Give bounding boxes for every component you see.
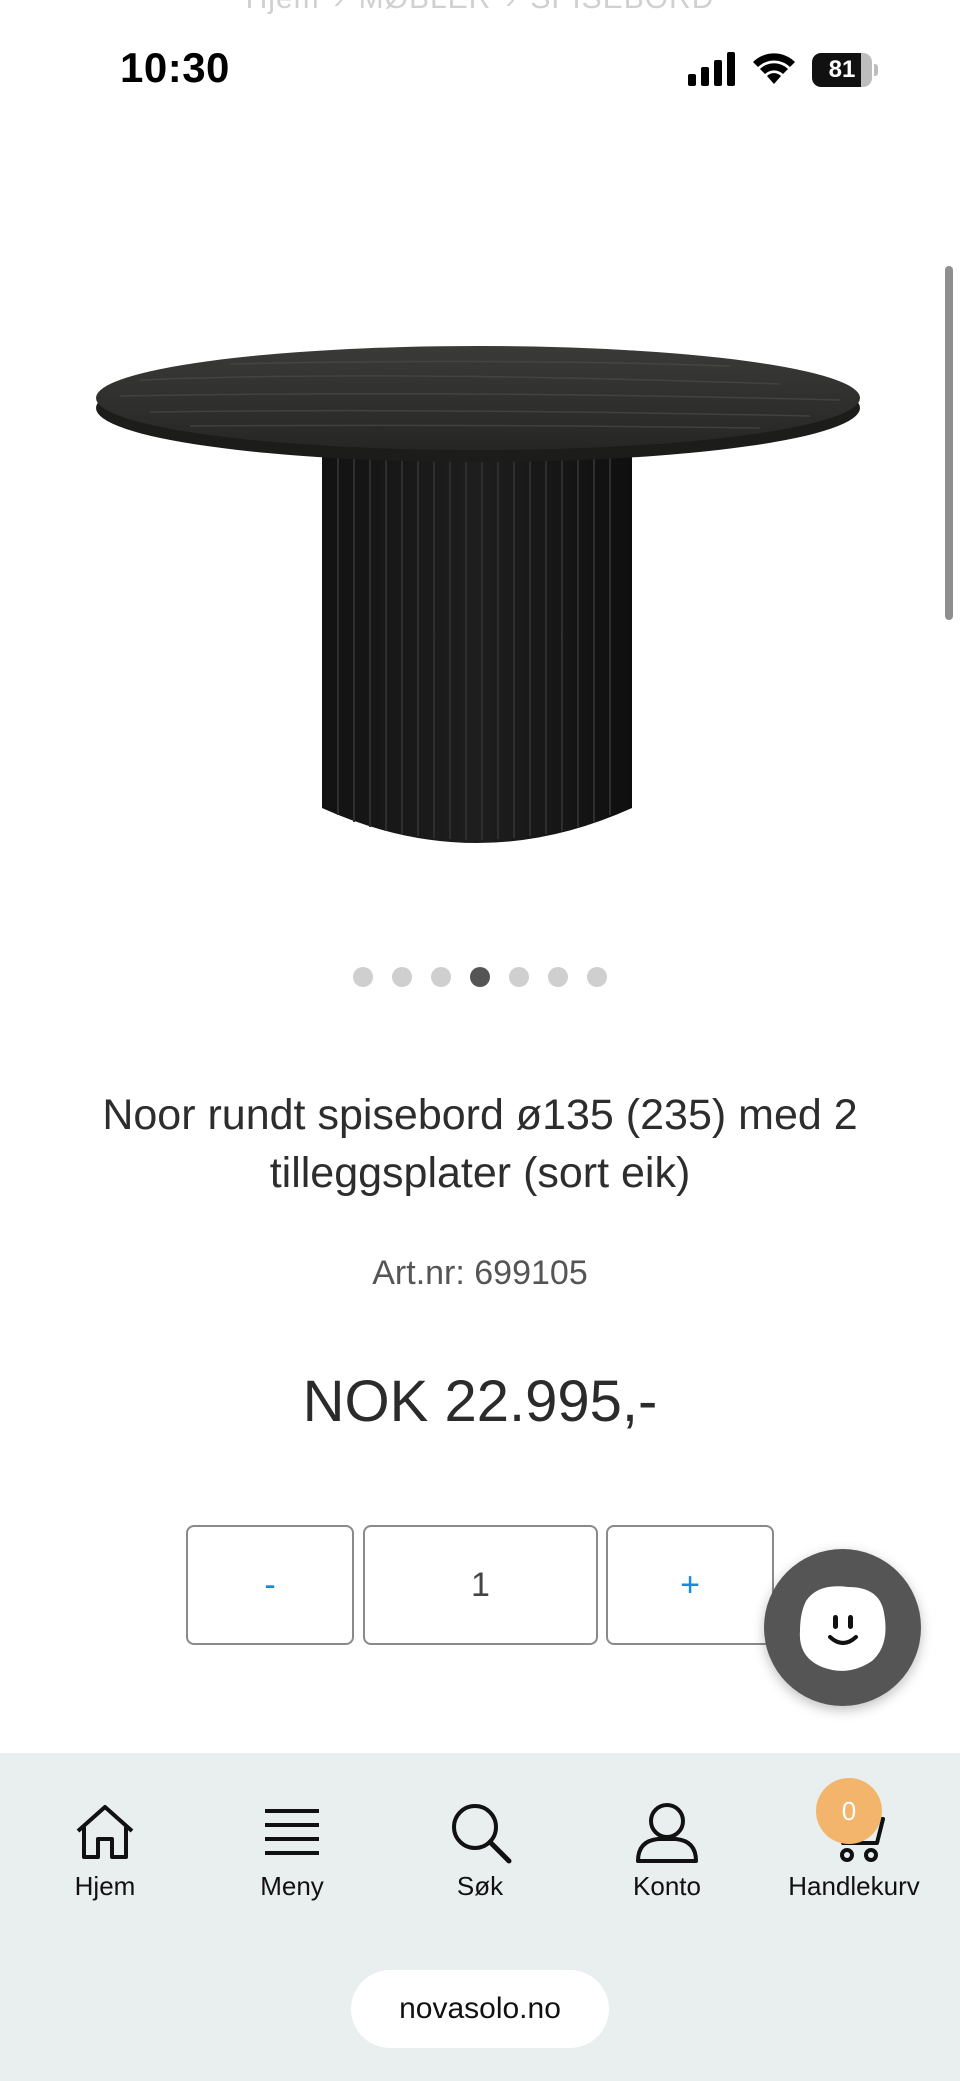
menu-icon (265, 1809, 319, 1855)
product-title: Noor rundt spisebord ø135 (235) med 2 ti… (102, 1091, 858, 1197)
account-icon (636, 1803, 698, 1863)
quantity-input[interactable]: 1 (363, 1525, 598, 1645)
image-carousel-dots (0, 967, 960, 987)
battery-level: 81 (828, 56, 856, 83)
browser-url-bar[interactable]: novasolo.no (351, 1970, 609, 2048)
nav-label-search: Søk (456, 1871, 504, 1901)
carousel-dot[interactable] (392, 967, 412, 987)
search-icon (452, 1804, 512, 1864)
nav-item-search[interactable]: Søk (385, 1753, 575, 1913)
carousel-dot[interactable] (548, 967, 568, 987)
chat-face-icon (799, 1586, 886, 1671)
article-number: Art.nr: 699105 (372, 1254, 588, 1292)
nav-label-menu: Meny (260, 1871, 324, 1901)
status-time: 10:30 (120, 44, 230, 91)
carousel-dot-active[interactable] (470, 967, 490, 987)
quantity-decrease-button[interactable]: - (186, 1525, 354, 1645)
quantity-increase-button[interactable]: + (606, 1525, 774, 1645)
product-image[interactable] (80, 300, 880, 860)
product-price: NOK 22.995,- (302, 1369, 658, 1434)
carousel-dot[interactable] (587, 967, 607, 987)
nav-item-account[interactable]: Konto (572, 1753, 762, 1913)
status-bar: 10:30 81 (0, 0, 960, 140)
home-icon (76, 1805, 134, 1859)
scrollbar[interactable] (945, 266, 953, 620)
cart-count-badge: 0 (816, 1778, 882, 1844)
wifi-icon (753, 53, 795, 84)
chat-button[interactable] (764, 1549, 921, 1706)
carousel-dot[interactable] (431, 967, 451, 987)
nav-label-account: Konto (633, 1871, 701, 1901)
nav-item-menu[interactable]: Meny (197, 1753, 387, 1913)
nav-label-home: Hjem (74, 1871, 136, 1901)
nav-item-home[interactable]: Hjem (10, 1753, 200, 1913)
carousel-dot[interactable] (509, 967, 529, 987)
battery-icon: 81 (812, 53, 878, 87)
nav-label-cart: Handlekurv (788, 1871, 920, 1901)
carousel-dot[interactable] (353, 967, 373, 987)
cellular-signal-icon (688, 52, 735, 86)
